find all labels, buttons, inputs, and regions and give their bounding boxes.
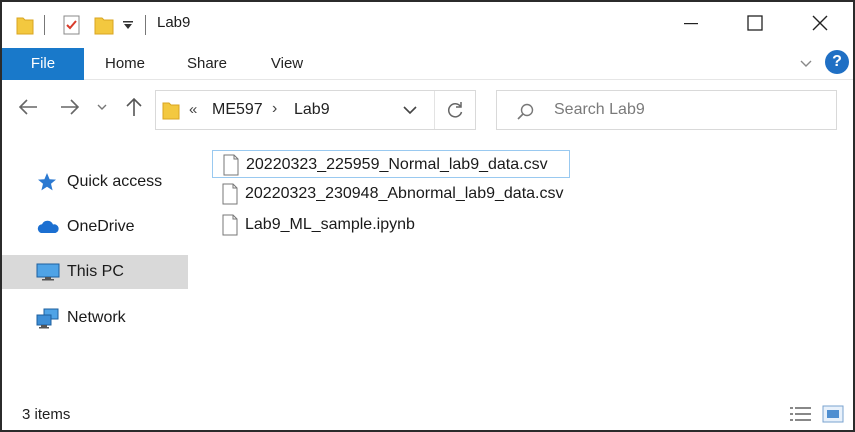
sidebar-item-label: Quick access: [67, 173, 163, 190]
sidebar-item-onedrive[interactable]: OneDrive: [2, 210, 188, 244]
search-box[interactable]: Search Lab9: [496, 90, 837, 130]
maximize-icon: [747, 15, 763, 31]
back-button[interactable]: [16, 95, 40, 119]
title-bar: Lab9: [2, 2, 853, 46]
window-title: Lab9: [157, 14, 191, 31]
folder-icon: [16, 12, 34, 38]
details-view-icon[interactable]: [789, 405, 813, 423]
chevron-down-icon: [97, 104, 107, 110]
status-bar: 3 items: [2, 398, 853, 430]
search-icon: [517, 103, 535, 121]
new-folder-icon[interactable]: [94, 12, 114, 38]
up-button[interactable]: [122, 95, 146, 119]
breadcrumb-me597[interactable]: ME597: [212, 101, 263, 119]
file-list: 20220323_225959_Normal_lab9_data.csv 202…: [212, 148, 812, 268]
ribbon-tabs: File Home Share View ?: [2, 46, 853, 80]
address-bar[interactable]: « ME597 › Lab9: [155, 90, 476, 130]
forward-button[interactable]: [58, 95, 82, 119]
minimize-button[interactable]: [668, 8, 714, 38]
tab-home[interactable]: Home: [90, 49, 160, 79]
large-icons-view-icon[interactable]: [822, 404, 844, 424]
cloud-icon: [36, 217, 59, 237]
file-icon: [222, 214, 238, 236]
minimize-icon: [684, 23, 698, 25]
file-icon: [222, 183, 238, 205]
address-overflow-chevrons[interactable]: «: [189, 101, 197, 118]
address-divider: [434, 91, 435, 129]
help-button[interactable]: ?: [825, 50, 849, 74]
chevron-down-icon: [403, 106, 417, 115]
file-name: Lab9_ML_sample.ipynb: [245, 216, 415, 233]
tab-file[interactable]: File: [2, 48, 84, 80]
file-name: 20220323_230948_Abnormal_lab9_data.csv: [245, 185, 564, 202]
item-count: 3 items: [22, 406, 71, 423]
tab-share[interactable]: Share: [174, 49, 240, 79]
tab-view[interactable]: View: [254, 49, 320, 79]
forward-arrow-icon: [61, 99, 80, 115]
toolbar-divider: [44, 12, 46, 38]
toolbar-divider: [145, 12, 147, 38]
breadcrumb-lab9[interactable]: Lab9: [294, 101, 330, 119]
star-icon: [36, 172, 58, 192]
search-placeholder[interactable]: Search Lab9: [554, 101, 645, 119]
breadcrumb-separator[interactable]: ›: [272, 100, 277, 118]
file-item[interactable]: Lab9_ML_sample.ipynb: [212, 211, 432, 239]
file-item[interactable]: 20220323_225959_Normal_lab9_data.csv: [212, 150, 570, 178]
file-icon: [223, 154, 239, 176]
dropdown-arrow-icon[interactable]: [122, 12, 136, 38]
file-name: 20220323_225959_Normal_lab9_data.csv: [246, 156, 548, 173]
sidebar-item-quick-access[interactable]: Quick access: [2, 165, 188, 199]
address-history-dropdown[interactable]: [402, 103, 420, 119]
refresh-icon: [447, 102, 463, 118]
close-button[interactable]: [797, 8, 843, 38]
expand-ribbon-chevron-icon[interactable]: [798, 55, 814, 71]
back-arrow-icon: [18, 99, 37, 115]
sidebar-item-this-pc[interactable]: This PC: [2, 255, 188, 289]
file-item[interactable]: 20220323_230948_Abnormal_lab9_data.csv: [212, 180, 572, 208]
refresh-button[interactable]: [445, 100, 465, 120]
recent-locations-button[interactable]: [95, 95, 109, 119]
sidebar-item-label: Network: [67, 309, 126, 326]
folder-icon: [162, 100, 180, 120]
network-icon: [36, 308, 59, 329]
monitor-icon: [36, 262, 60, 282]
close-icon: [812, 15, 828, 31]
navigation-pane: Quick access OneDrive This PC Network: [2, 142, 192, 392]
up-arrow-icon: [126, 97, 142, 116]
sidebar-item-label: OneDrive: [67, 218, 135, 235]
sidebar-item-label: This PC: [67, 263, 124, 280]
properties-checkmark-icon[interactable]: [62, 12, 84, 38]
sidebar-item-network[interactable]: Network: [2, 301, 188, 335]
file-explorer-window: Lab9 File Home Share View ? « ME597 › La…: [0, 0, 855, 432]
maximize-button[interactable]: [732, 8, 778, 38]
navigation-bar: « ME597 › Lab9 Search Lab9: [2, 82, 853, 134]
